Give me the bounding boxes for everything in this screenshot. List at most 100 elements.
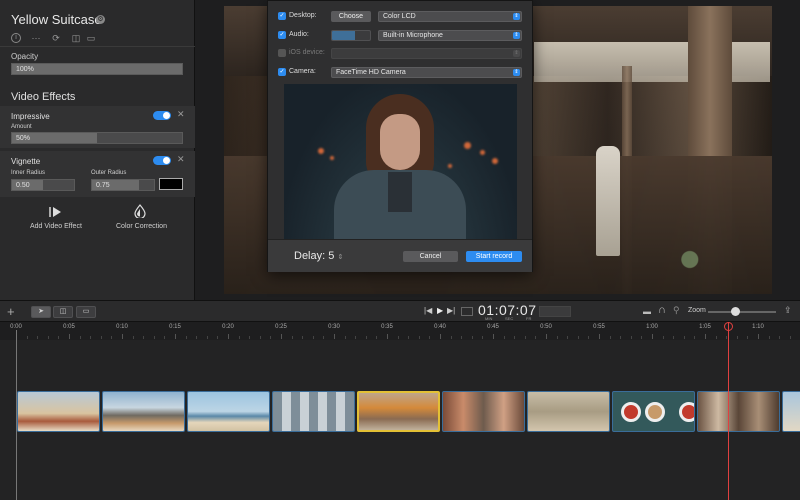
opacity-slider[interactable]: 100% [11,63,183,75]
ruler-minor-tick [429,336,431,339]
camera-label: Camera: [289,68,316,75]
clip-partial[interactable] [782,391,800,432]
clip-icon[interactable]: ▬ [643,307,653,316]
timeline-toolbar: + ➤ ◫ ▭ |◀ ▶ ▶| 01:07:07 MIN SEC FR ▬ ∩ … [0,300,800,322]
pointer-tool-button[interactable]: ➤ [31,306,51,318]
color-correction-icon[interactable] [133,204,147,220]
inner-radius-slider[interactable]: 0.50 [11,179,75,191]
delay-value[interactable]: 5 [328,250,334,262]
ruler-minor-tick [471,336,473,339]
opacity-fill [12,64,182,74]
amount-slider[interactable]: 50% [11,132,183,144]
ruler-minor-tick [641,336,643,339]
play-icon[interactable]: ▶ [437,306,443,315]
choose-button[interactable]: Choose [331,11,371,22]
ruler-minor-tick [206,336,208,339]
ruler-tick [122,334,123,339]
film-icon[interactable] [49,205,61,217]
skip-back-icon[interactable]: |◀ [424,306,432,315]
cancel-button[interactable]: Cancel [403,251,458,262]
clip-market-stall[interactable] [697,391,780,432]
ruler-tick-label: 1:05 [699,324,711,330]
start-record-button[interactable]: Start record [466,251,522,262]
ruler-minor-tick [344,336,346,339]
skip-forward-icon[interactable]: ▶| [447,306,455,315]
clip-tea-cups[interactable] [612,391,695,432]
loop-icon[interactable] [461,307,473,316]
add-video-effect-button[interactable]: Add Video Effect [30,223,82,230]
zoom-slider-knob[interactable] [731,307,741,316]
clip-title: Yellow Suitcase [11,12,102,27]
ruler-minor-tick [238,336,240,339]
settings-icon[interactable]: ⚙ [96,15,105,24]
timeline-track[interactable] [0,340,800,500]
ruler-tick-label: 0:10 [116,324,128,330]
audio-level-fill [332,31,355,40]
ruler-tick [652,334,653,339]
clip-sand-aerial[interactable] [527,391,610,432]
info-icon[interactable]: i [11,33,21,43]
effect-impressive: Impressive ✕ Amount 50% [0,106,195,148]
ruler-minor-tick [217,336,219,339]
stepper-icon[interactable]: ⇕ [337,254,343,261]
remove-icon[interactable]: ✕ [177,109,185,120]
sync-icon[interactable]: ⟳ [50,33,62,43]
blade-tool-button[interactable]: ▭ [76,306,96,318]
ruler-tick-label: 0:35 [381,324,393,330]
outer-radius-slider[interactable]: 0.75 [91,179,155,191]
camera-checkbox[interactable]: ✓ [278,68,286,76]
ios-select: ⇕ [331,48,522,59]
ruler-tick-label: 0:15 [169,324,181,330]
magnet-icon[interactable]: ∩ [658,304,666,316]
clip-beach-crowd[interactable] [17,391,100,432]
audio-checkbox[interactable]: ✓ [278,31,286,39]
zoom-slider[interactable] [708,311,776,313]
split-icon[interactable]: ◫ [71,33,81,43]
ruler-tick-label: 0:50 [540,324,552,330]
trim-tool-button[interactable]: ◫ [53,306,73,318]
layout-icon[interactable]: ▭ [86,33,96,43]
playhead-handle[interactable] [724,322,733,331]
ruler-minor-tick [376,336,378,339]
ruler-minor-tick [164,336,166,339]
camera-select[interactable]: FaceTime HD Camera ⇕ [331,67,522,78]
amount-label: Amount [11,124,32,130]
ruler-minor-tick [143,336,145,339]
ruler-minor-tick [185,336,187,339]
ruler-tick [599,334,600,339]
ruler-minor-tick [789,336,791,339]
bokeh-light [448,164,452,168]
ruler-minor-tick [397,336,399,339]
clip-beach-walker[interactable] [187,391,270,432]
ruler-minor-tick [100,336,102,339]
effect-toggle[interactable] [153,111,171,120]
ruler-tick [546,334,547,339]
audio-select[interactable]: Built-in Microphone ⇕ [378,30,522,41]
ios-checkbox[interactable] [278,49,286,57]
remove-icon[interactable]: ✕ [177,154,185,165]
clip-pier-structure[interactable] [102,391,185,432]
timeline-ruler[interactable]: 0:00 0:05 0:10 0:15 0:20 0:25 0:30 0:35 0:40 0:45… [0,322,800,340]
desktop-select-value: Color LCD [383,13,416,20]
add-icon[interactable]: + [7,304,15,319]
ruler-minor-tick [577,336,579,339]
share-icon[interactable]: ⇪ [784,305,792,316]
ruler-minor-tick [630,336,632,339]
audio-meter [539,306,571,317]
person-figure [596,146,620,256]
playhead[interactable] [728,322,729,500]
desktop-select[interactable]: Color LCD ⇕ [378,11,522,22]
effect-toggle[interactable] [153,156,171,165]
clip-market-crowd[interactable] [442,391,525,432]
clip-pillars[interactable] [272,391,355,432]
ruler-minor-tick [588,336,590,339]
color-correction-button[interactable]: Color Correction [116,223,167,230]
skimming-icon[interactable]: ⚲ [673,305,680,316]
more-icon[interactable]: ··· [30,33,42,43]
ruler-tick-label: 0:25 [275,324,287,330]
clip-yellow-suitcase[interactable] [357,391,440,432]
desktop-checkbox[interactable]: ✓ [278,12,286,20]
color-swatch[interactable] [159,178,183,190]
ruler-minor-tick [323,336,325,339]
ruler-minor-tick [418,336,420,339]
